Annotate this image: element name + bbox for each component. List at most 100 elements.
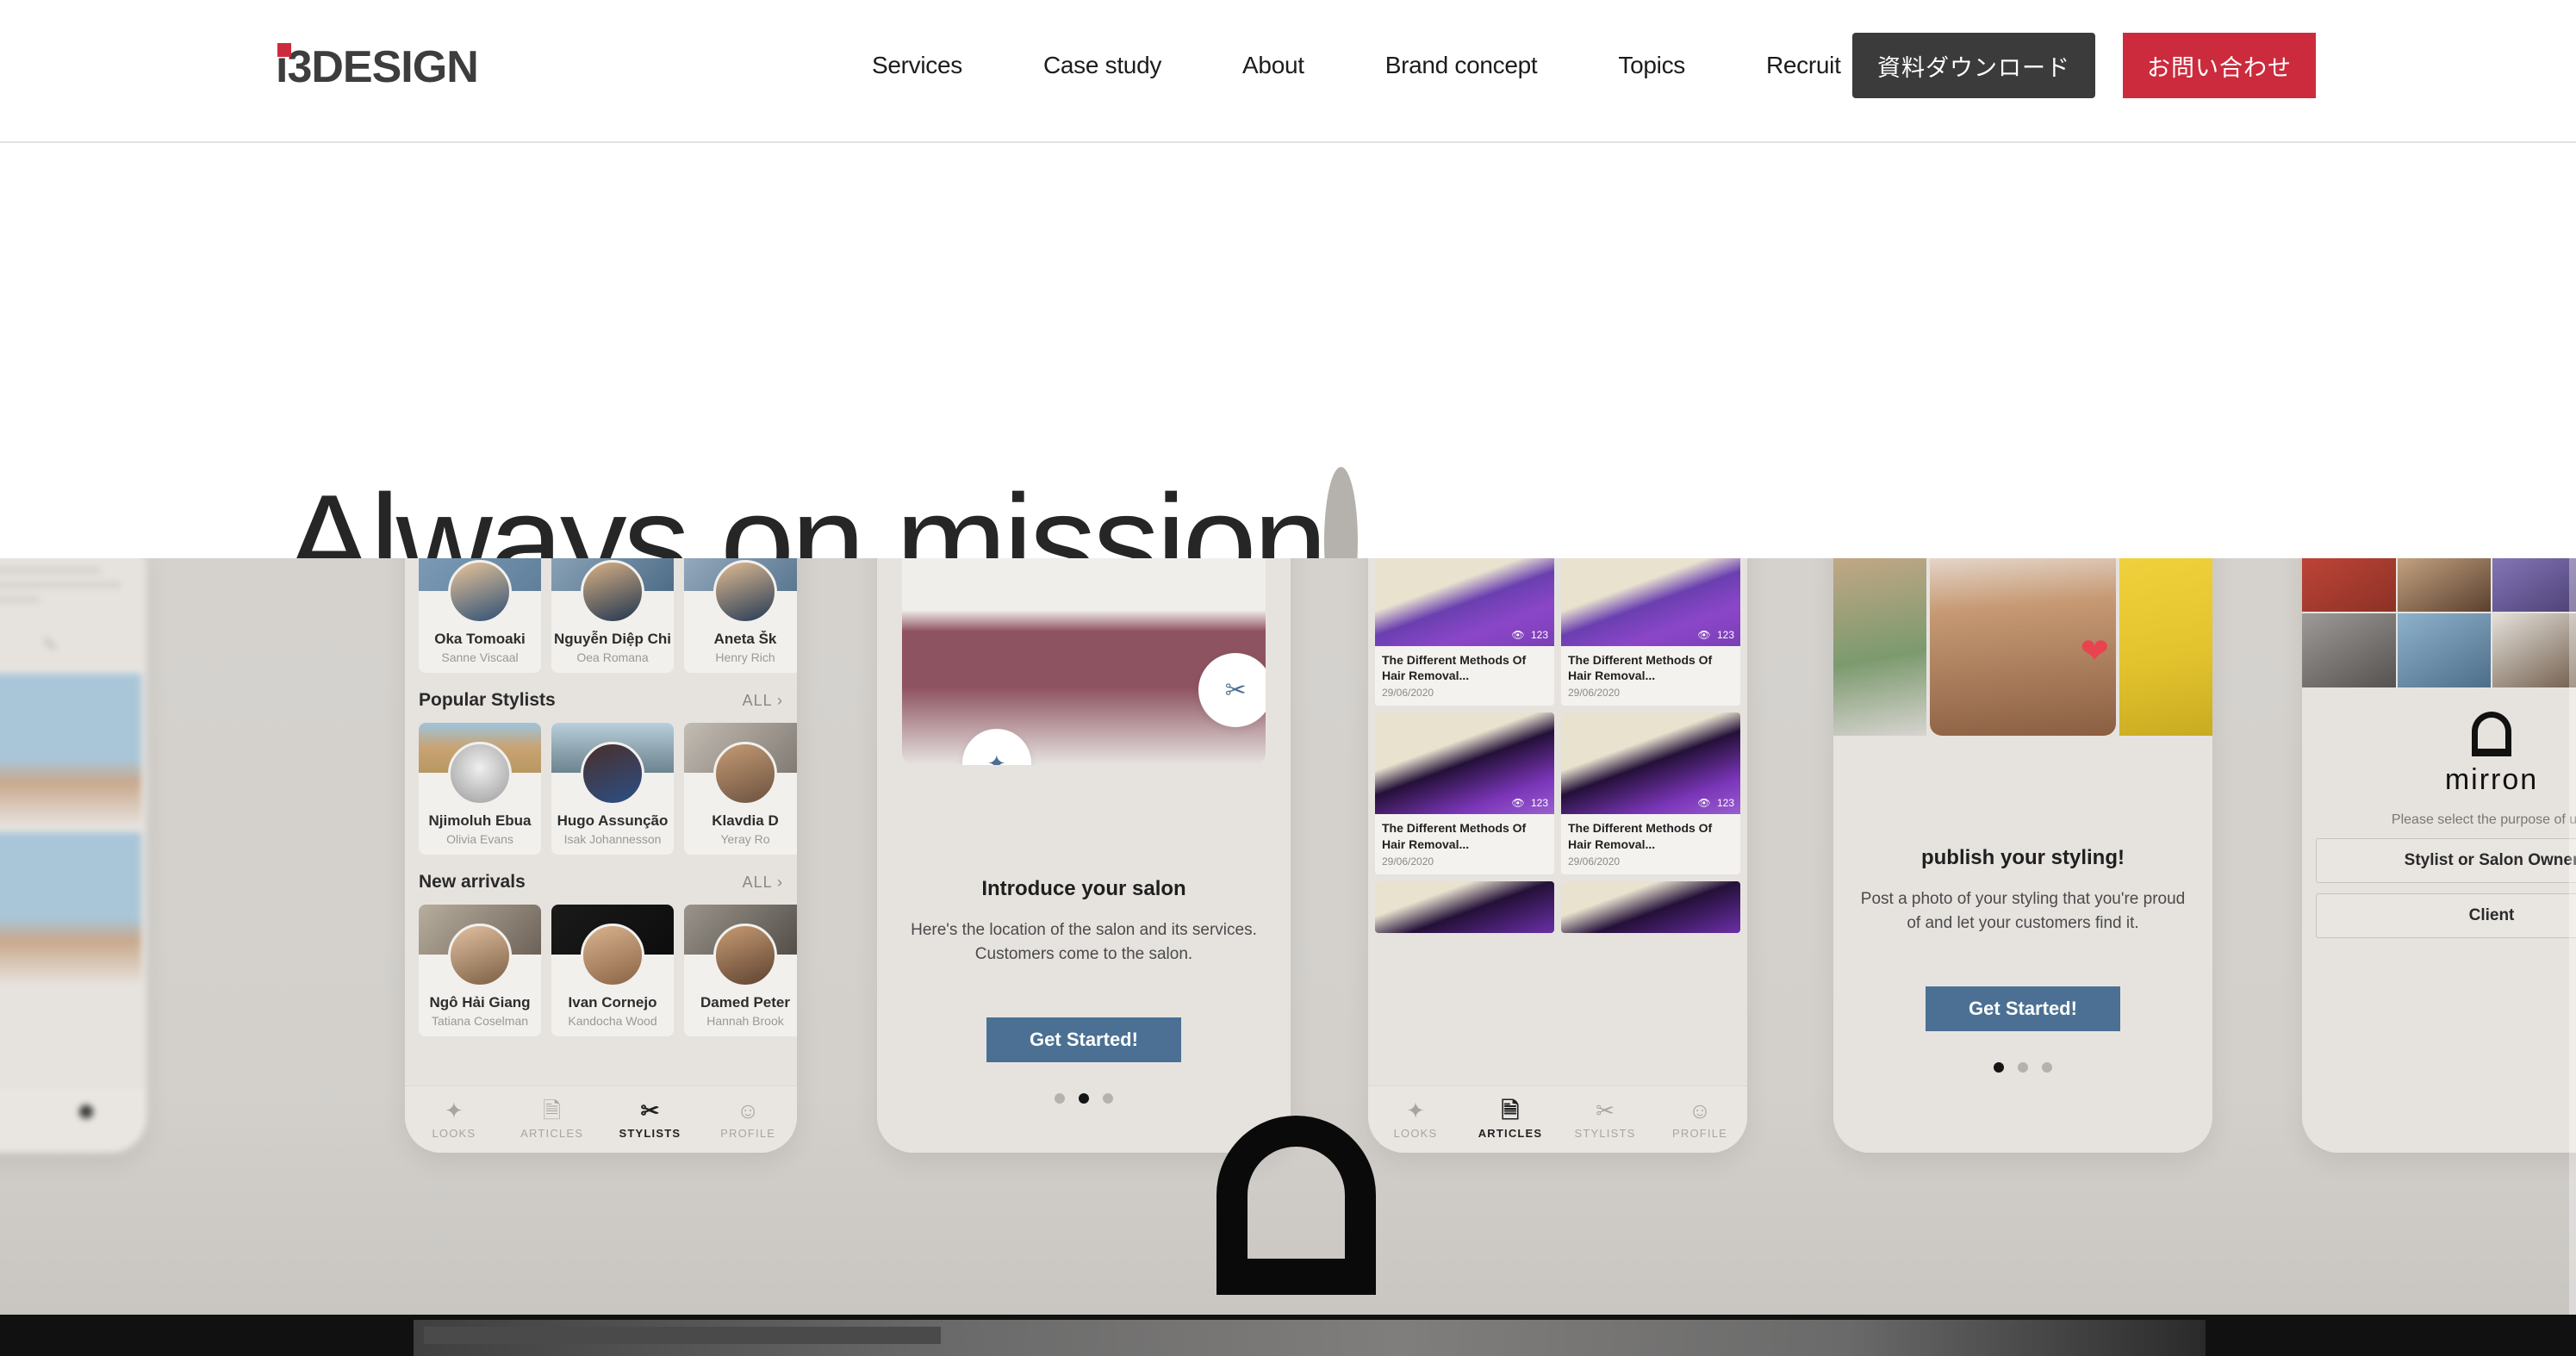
- popular-card-row: Njimoluh Ebua Olivia Evans Hugo Assunção…: [405, 723, 797, 855]
- nav-item-brand-concept[interactable]: Brand concept: [1345, 52, 1578, 79]
- stylist-card[interactable]: Hugo Assunção Isak Johannesson: [551, 723, 674, 855]
- onboarding-slide-styling: ❤ publish your styling! Post a photo of …: [1833, 558, 2212, 1153]
- carousel-dot-active[interactable]: [1079, 1093, 1089, 1104]
- stylist-name: Aneta Šk: [713, 631, 777, 647]
- mirron-wordmark: mirron: [2444, 763, 2539, 796]
- stylists-tab-bar: ✦ LOOKS 🗎 ARTICLES ✂ STYLISTS ☺ PROFILE: [405, 1085, 797, 1153]
- avatar: [448, 924, 512, 987]
- phone-screen-onboard-salon: ✂ ✦ Introduce your salon Here's the loca…: [877, 558, 1291, 1153]
- nav-item-services[interactable]: Services: [831, 52, 1003, 79]
- role-option-stylist[interactable]: Stylist or Salon Owner: [2316, 838, 2576, 883]
- stylist-sub: Tatiana Coselman: [431, 1014, 529, 1028]
- section-header-new: New arrivals ALL ›: [405, 872, 797, 893]
- article-thumbnail: 👁 123: [1561, 558, 1740, 646]
- phone-screen-blurred: ♡ ✎ ✦ ✂ ☻: [0, 558, 146, 1153]
- role-select-prompt: Please select the purpose of use: [2391, 812, 2576, 827]
- stylist-sub: Oea Romana: [576, 650, 649, 664]
- scissors-icon: ✂: [640, 1098, 660, 1123]
- articles-grid: 👁 123 The Different Methods Of Hair Remo…: [1368, 558, 1747, 940]
- stylist-card[interactable]: Ngô Hải Giang Tatiana Coselman: [419, 905, 541, 1036]
- article-card[interactable]: 👁 123 The Different Methods Of Hair Remo…: [1561, 558, 1740, 706]
- role-option-client[interactable]: Client: [2316, 893, 2576, 938]
- phone-mockup-stylists: Oka Tomoaki Sanne Viscaal Nguyễn Diệp Ch…: [405, 558, 797, 1153]
- tab-stylists[interactable]: ✂ STYLISTS: [1558, 1099, 1652, 1140]
- phone-screen-stylists: Oka Tomoaki Sanne Viscaal Nguyễn Diệp Ch…: [405, 558, 797, 1153]
- stylist-card[interactable]: Njimoluh Ebua Olivia Evans: [419, 723, 541, 855]
- salon-photo: ✂ ✦: [901, 558, 1266, 765]
- stylist-name: Ivan Cornejo: [568, 994, 657, 1011]
- onboarding-description: Post a photo of your styling that you're…: [1860, 890, 2186, 932]
- carousel-dot[interactable]: [2018, 1062, 2028, 1073]
- article-thumbnail: 👁 123: [1561, 712, 1740, 815]
- scissors-icon: ✂: [1596, 1098, 1615, 1123]
- contact-button[interactable]: お問い合わせ: [2123, 33, 2316, 98]
- article-title: The Different Methods Of Hair Removal...: [1382, 821, 1527, 851]
- section-title: Popular Stylists: [419, 690, 556, 710]
- onboarding-title: Introduce your salon: [981, 877, 1186, 900]
- avatar: [581, 560, 644, 624]
- device-stand-bar-inner: [424, 1327, 941, 1344]
- tab-looks[interactable]: ✦ LOOKS: [1368, 1099, 1463, 1140]
- tools-icon-bubble: ✂: [1198, 653, 1266, 727]
- tab-profile[interactable]: ☺ PROFILE: [1652, 1099, 1747, 1140]
- nav-item-topics[interactable]: Topics: [1577, 52, 1726, 79]
- mirron-brand-block: mirron: [2302, 712, 2576, 797]
- article-card[interactable]: 👁 123 The Different Methods Of Hair Remo…: [1375, 712, 1554, 874]
- article-card[interactable]: [1375, 880, 1554, 933]
- stylist-card[interactable]: Aneta Šk Henry Rich: [684, 558, 797, 673]
- tab-stylists-blurred[interactable]: ✂: [0, 1099, 26, 1140]
- phone-mockup-onboard-styling: ❤ publish your styling! Post a photo of …: [1833, 558, 2212, 1153]
- person-icon: ☻: [74, 1098, 98, 1123]
- article-date: 29/06/2020: [1382, 855, 1434, 868]
- carousel-dot[interactable]: [2042, 1062, 2052, 1073]
- nav-item-about[interactable]: About: [1202, 52, 1345, 79]
- tab-articles[interactable]: 🗎 ARTICLES: [503, 1099, 601, 1140]
- avatar: [448, 742, 512, 806]
- onboarding-title: publish your styling!: [1920, 846, 2125, 869]
- stylist-name: Damed Peter: [700, 994, 790, 1011]
- stylist-name: Nguyễn Diệp Chi: [553, 631, 671, 647]
- nav-item-case-study[interactable]: Case study: [1003, 52, 1202, 79]
- carousel-dot[interactable]: [1055, 1093, 1065, 1104]
- tab-label: PROFILE: [720, 1127, 776, 1140]
- stylist-card[interactable]: Nguyễn Diệp Chi Oea Romana: [551, 558, 674, 673]
- stylist-card[interactable]: Klavdia D Yeray Ro: [684, 723, 797, 855]
- tab-label: LOOKS: [432, 1127, 476, 1140]
- device-bottom-bezel: [0, 1315, 2576, 1356]
- person-icon: ☺: [736, 1098, 760, 1123]
- tab-articles[interactable]: 🗎 ARTICLES: [1463, 1099, 1558, 1140]
- tab-looks[interactable]: ✦ LOOKS: [405, 1099, 503, 1140]
- stylist-sub: Kandocha Wood: [568, 1014, 657, 1028]
- article-card[interactable]: 👁 123 The Different Methods Of Hair Remo…: [1561, 712, 1740, 874]
- get-started-button[interactable]: Get Started!: [1926, 986, 2120, 1032]
- article-thumbnail: 👁 123: [1375, 558, 1554, 646]
- stylist-name: Njimoluh Ebua: [428, 812, 532, 829]
- tab-label: LOOKS: [1393, 1127, 1438, 1140]
- share-icon: ✎: [42, 634, 59, 656]
- article-card[interactable]: 👁 123 The Different Methods Of Hair Remo…: [1375, 558, 1554, 706]
- stylist-card[interactable]: Damed Peter Hannah Brook: [684, 905, 797, 1036]
- onboarding-description: Here's the location of the salon and its…: [911, 921, 1257, 963]
- download-materials-button[interactable]: 資料ダウンロード: [1852, 33, 2095, 98]
- get-started-button[interactable]: Get Started!: [986, 1017, 1181, 1063]
- tab-label: STYLISTS: [619, 1127, 681, 1140]
- article-date: 29/06/2020: [1568, 855, 1621, 868]
- tab-profile[interactable]: ☺ PROFILE: [699, 1099, 797, 1140]
- article-card[interactable]: [1561, 880, 1740, 933]
- stylist-sub: Sanne Viscaal: [441, 650, 519, 664]
- stylist-sub: Isak Johannesson: [563, 832, 662, 846]
- main-navigation: Services Case study About Brand concept …: [831, 52, 1882, 79]
- tab-stylists[interactable]: ✂ STYLISTS: [601, 1099, 700, 1140]
- heart-icon: ❤: [2080, 632, 2109, 670]
- hero-section: Always on mission.: [0, 143, 2576, 616]
- stylist-card[interactable]: Ivan Cornejo Kandocha Wood: [551, 905, 674, 1036]
- view-count: 👁 123: [1511, 629, 1548, 641]
- carousel-dot-active[interactable]: [1994, 1062, 2004, 1073]
- see-all-link[interactable]: ALL ›: [743, 874, 783, 892]
- carousel-dot[interactable]: [1103, 1093, 1113, 1104]
- stylist-card[interactable]: Oka Tomoaki Sanne Viscaal: [419, 558, 541, 673]
- site-logo[interactable]: i3DESIGN: [276, 43, 479, 90]
- see-all-link[interactable]: ALL ›: [743, 692, 783, 710]
- sparkle-icon: ✦: [444, 1098, 464, 1123]
- tab-profile-blurred[interactable]: ☻: [26, 1099, 146, 1140]
